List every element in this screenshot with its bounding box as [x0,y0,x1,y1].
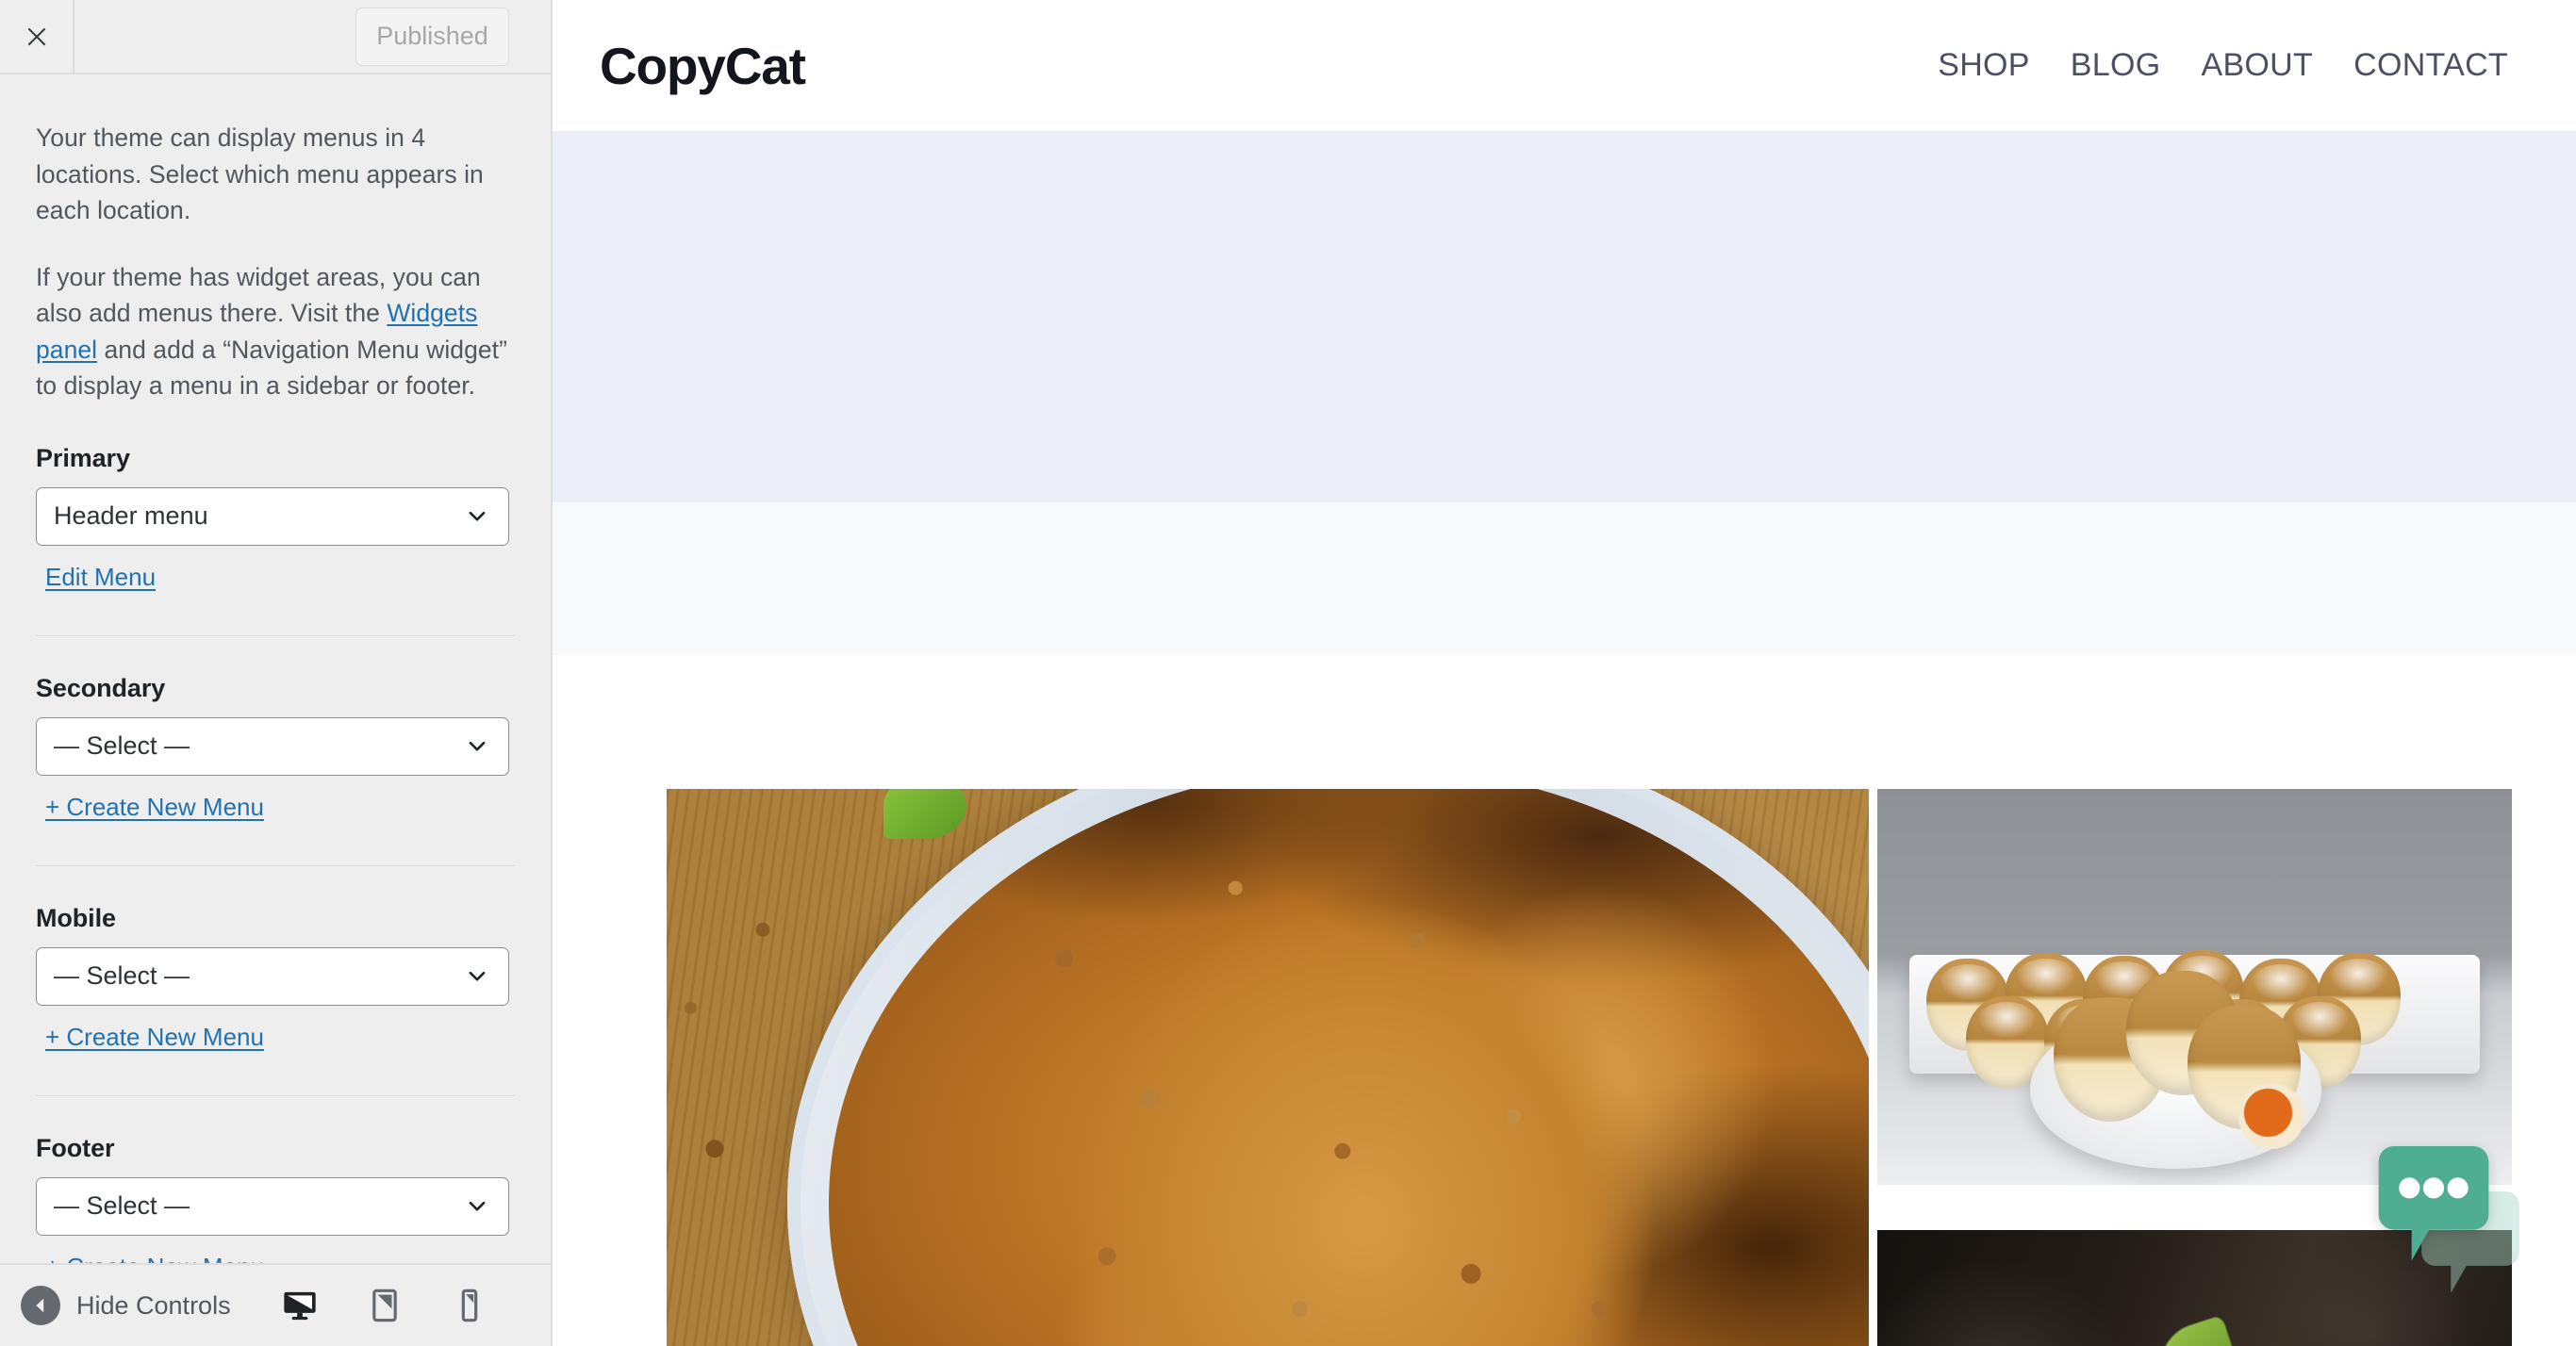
chevron-down-icon [465,964,489,989]
site-title[interactable]: CopyCat [600,36,806,96]
pie-filling [829,789,1869,1346]
locations-description: Your theme can display menus in 4 locati… [36,123,484,224]
nav-item-shop[interactable]: SHOP [1938,47,2030,84]
powdered-sugar-donuts-photo[interactable] [1877,789,2512,1185]
menu-location-secondary: Secondary — Select — + Create New Menu [36,634,515,828]
menu-location-primary: Primary Header menu Edit Menu [36,444,515,598]
menu-select-mobile[interactable]: — Select — [36,946,509,1006]
hide-controls-button[interactable]: Hide Controls [21,1286,231,1325]
site-preview-frame: CopyCat SHOP BLOG ABOUT CONTACT [553,0,2576,1346]
publish-button[interactable]: Published [355,7,509,66]
menu-select-secondary[interactable]: — Select — [36,716,509,776]
gallery-grid [667,789,2512,1346]
menu-select-footer-value: — Select — [54,1191,190,1220]
desktop-preview-icon[interactable] [279,1285,321,1326]
mobile-preview-icon[interactable] [449,1285,490,1326]
site-header: CopyCat SHOP BLOG ABOUT CONTACT [553,0,2576,132]
location-label-footer: Footer [36,1133,115,1162]
collapse-left-arrow-icon [21,1286,60,1325]
location-label-primary: Primary [36,443,130,472]
nav-item-blog[interactable]: BLOG [2071,47,2161,84]
location-label-mobile: Mobile [36,903,116,932]
menu-select-mobile-value: — Select — [54,961,190,990]
location-label-secondary: Secondary [36,673,166,702]
chevron-down-icon [465,504,489,529]
edit-menu-link[interactable]: Edit Menu [45,563,156,592]
tablet-preview-icon[interactable] [364,1285,405,1326]
customizer-topbar: Published [0,0,551,74]
donut-jam-filling [2238,1083,2305,1150]
widgets-description-after: and add a “Navigation Menu widget” to di… [36,335,507,401]
create-new-menu-link-mobile[interactable]: + Create New Menu [45,1023,264,1052]
nav-item-about[interactable]: ABOUT [2201,47,2313,84]
customizer-sidebar: Published Your theme can display menus i… [0,0,553,1346]
menu-locations-panel: Your theme can display menus in 4 locati… [0,74,551,1263]
chat-bubble-icon [2378,1146,2489,1261]
site-primary-nav: SHOP BLOG ABOUT CONTACT [1938,47,2508,84]
chevron-down-icon [465,1194,489,1219]
donut-front-row [2042,963,2321,1154]
content-card [607,672,2576,1346]
caramel-nut-chocolate-pie-photo[interactable] [667,789,1869,1346]
menu-select-footer[interactable]: — Select — [36,1176,509,1236]
hide-controls-label: Hide Controls [76,1290,231,1320]
widgets-description: If your theme has widget areas, you can … [36,259,515,404]
menu-select-primary-value: Header menu [54,501,208,530]
create-new-menu-link-secondary[interactable]: + Create New Menu [45,793,264,822]
menu-select-primary[interactable]: Header menu [36,486,509,546]
pie-nuts [829,789,1869,1346]
menu-location-mobile: Mobile — Select — + Create New Menu [36,864,515,1058]
create-new-menu-link-footer[interactable]: + Create New Menu [45,1253,264,1264]
customizer-app: Published Your theme can display menus i… [0,0,2576,1346]
topbar-actions: Published [74,0,551,73]
section-spacer-band [553,502,2576,655]
chevron-down-icon [465,734,489,759]
hero-band [553,132,2576,502]
customizer-footer-bar: Hide Controls [0,1263,551,1346]
device-preview-switcher [279,1285,519,1326]
gallery-column-left [667,789,1869,1346]
close-x-icon [24,24,50,50]
chat-widget-button[interactable] [2378,1146,2519,1297]
nav-item-contact[interactable]: CONTACT [2353,47,2508,84]
menu-select-secondary-value: — Select — [54,731,190,760]
close-customizer-button[interactable] [0,0,74,73]
menu-location-footer: Footer — Select — + Create New Menu [36,1094,515,1264]
